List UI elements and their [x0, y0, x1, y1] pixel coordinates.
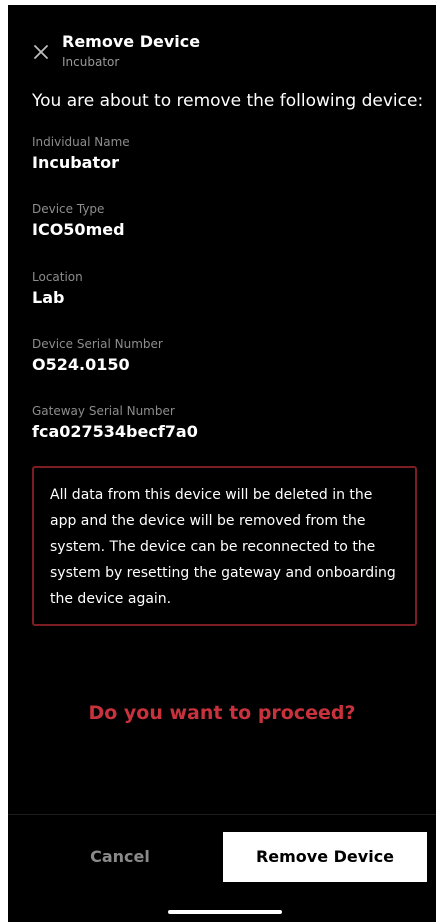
- footer-divider: [8, 814, 436, 815]
- close-icon[interactable]: [30, 41, 52, 63]
- remove-device-button[interactable]: Remove Device: [223, 832, 427, 882]
- field-label: Individual Name: [32, 135, 130, 149]
- field-value: Incubator: [32, 153, 119, 172]
- field-location: Location Lab: [32, 270, 83, 307]
- field-value: O524.0150: [32, 355, 130, 374]
- warning-box: All data from this device will be delete…: [32, 466, 417, 626]
- header: Remove Device Incubator: [8, 5, 436, 85]
- home-indicator[interactable]: [168, 910, 282, 914]
- intro-text: You are about to remove the following de…: [32, 91, 424, 111]
- field-gateway-serial-number: Gateway Serial Number fca027534becf7a0: [32, 404, 198, 441]
- field-individual-name: Individual Name Incubator: [32, 135, 130, 172]
- warning-text: All data from this device will be delete…: [50, 487, 396, 607]
- field-value: fca027534becf7a0: [32, 422, 198, 441]
- field-value: ICO50med: [32, 220, 125, 239]
- confirm-question: Do you want to proceed?: [88, 702, 356, 724]
- close-button[interactable]: [30, 41, 52, 63]
- field-label: Device Serial Number: [32, 337, 163, 351]
- field-label: Device Type: [32, 202, 105, 216]
- field-label: Gateway Serial Number: [32, 404, 175, 418]
- cancel-button[interactable]: Cancel: [30, 832, 210, 882]
- field-value: Lab: [32, 288, 65, 307]
- field-label: Location: [32, 270, 83, 284]
- field-device-serial-number: Device Serial Number O524.0150: [32, 337, 163, 374]
- remove-device-screen: Remove Device Incubator You are about to…: [8, 5, 436, 922]
- page-subtitle: Incubator: [62, 55, 120, 69]
- field-device-type: Device Type ICO50med: [32, 202, 125, 239]
- page-title: Remove Device: [62, 32, 201, 51]
